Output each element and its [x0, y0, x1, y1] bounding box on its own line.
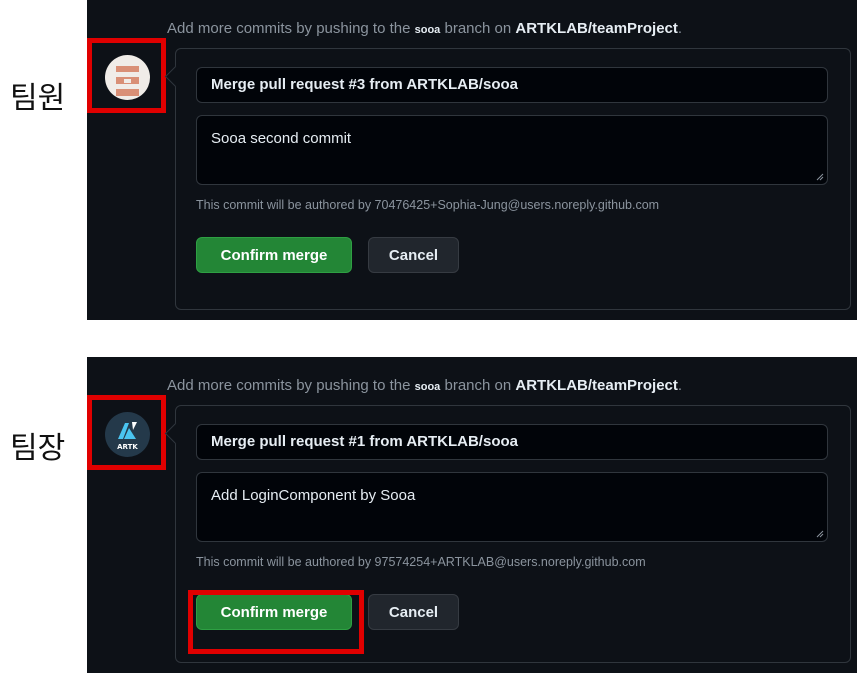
- repo-name[interactable]: ARTKLAB/teamProject: [515, 20, 678, 37]
- merge-panel-member: Add more commits by pushing to the sooa …: [87, 0, 857, 320]
- author-note: This commit will be authored by 97574254…: [196, 555, 646, 569]
- commit-title-input[interactable]: Merge pull request #1 from ARTKLAB/sooa: [196, 424, 828, 460]
- repo-name[interactable]: ARTKLAB/teamProject: [515, 377, 678, 394]
- avatar[interactable]: ARTK: [105, 412, 150, 457]
- confirm-merge-button[interactable]: Confirm merge: [196, 237, 352, 273]
- cancel-button[interactable]: Cancel: [368, 237, 459, 273]
- role-label-member: 팀원: [10, 81, 66, 116]
- push-hint: Add more commits by pushing to the sooa …: [167, 377, 682, 394]
- resize-handle-icon[interactable]: [816, 173, 824, 181]
- branch-name[interactable]: sooa: [415, 381, 441, 393]
- author-note: This commit will be authored by 70476425…: [196, 198, 660, 212]
- hint-suffix: .: [677, 377, 683, 394]
- hint-suffix: .: [677, 20, 683, 37]
- avatar-highlight: [87, 38, 166, 113]
- commit-message-textarea[interactable]: Sooa second commit: [196, 115, 828, 185]
- role-label-leader: 팀장: [10, 431, 66, 466]
- merge-form: Merge pull request #3 from ARTKLAB/sooa …: [175, 48, 851, 310]
- hint-prefix: Add more commits by pushing to the: [167, 20, 415, 37]
- branch-name[interactable]: sooa: [415, 24, 441, 36]
- confirm-button-highlight: [188, 590, 364, 654]
- logo-text: ARTK: [117, 443, 138, 451]
- push-hint: Add more commits by pushing to the sooa …: [167, 20, 682, 37]
- commit-title-input[interactable]: Merge pull request #3 from ARTKLAB/sooa: [196, 67, 828, 103]
- pixel-avatar-icon: [105, 55, 150, 100]
- commit-message-text: Sooa second commit: [211, 130, 352, 147]
- cancel-button[interactable]: Cancel: [368, 594, 459, 630]
- resize-handle-icon[interactable]: [816, 530, 824, 538]
- avatar-highlight: ARTK: [87, 395, 166, 470]
- hint-middle: branch on: [440, 377, 516, 394]
- commit-message-text: Add LoginComponent by Sooa: [211, 487, 416, 504]
- hint-prefix: Add more commits by pushing to the: [167, 377, 415, 394]
- artk-logo-icon: ARTK: [105, 412, 150, 457]
- avatar[interactable]: [105, 55, 150, 100]
- commit-message-textarea[interactable]: Add LoginComponent by Sooa: [196, 472, 828, 542]
- hint-middle: branch on: [440, 20, 516, 37]
